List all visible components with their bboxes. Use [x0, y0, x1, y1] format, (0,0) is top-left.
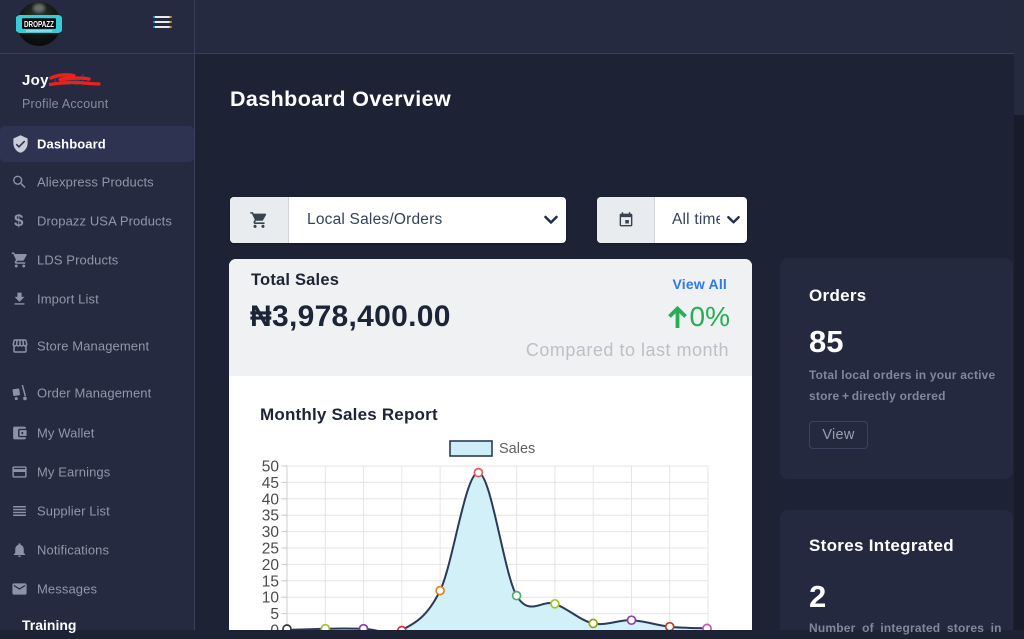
svg-text:0: 0	[270, 623, 279, 631]
svg-text:45: 45	[262, 475, 279, 492]
svg-text:5: 5	[270, 606, 279, 623]
svg-text:50: 50	[262, 459, 280, 476]
svg-text:40: 40	[262, 491, 280, 508]
svg-text:Sales: Sales	[499, 441, 535, 457]
svg-text:DROPAZZ: DROPAZZ	[24, 20, 54, 29]
svg-text:10: 10	[262, 590, 280, 607]
svg-text:25: 25	[262, 541, 279, 558]
svg-text:15: 15	[262, 573, 279, 590]
svg-text:30: 30	[262, 524, 280, 541]
svg-text:35: 35	[262, 508, 279, 525]
svg-text:20: 20	[262, 557, 280, 574]
